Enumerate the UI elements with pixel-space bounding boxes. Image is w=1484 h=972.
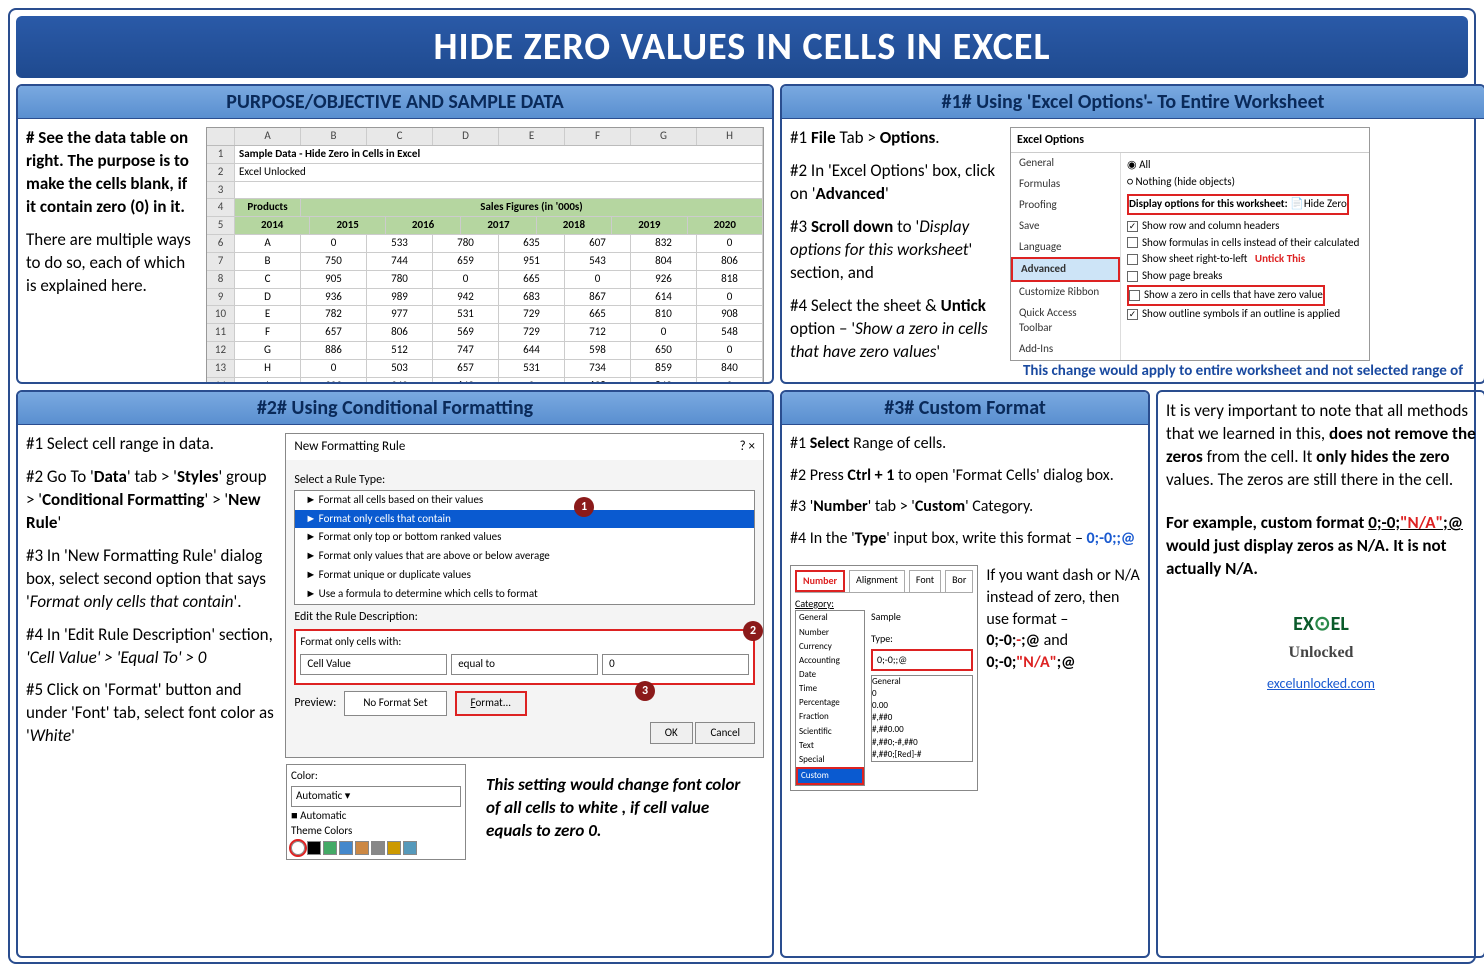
format-cells-dialog: NumberAlignmentFontBor Category: General… — [790, 565, 978, 791]
panel2-header: #1# Using 'Excel Options'- To Entire Wor… — [782, 86, 1484, 119]
ok-button[interactable]: OK — [650, 722, 693, 745]
panel1-text2: There are multiple ways to do so, each o… — [26, 229, 196, 298]
panel-purpose: PURPOSE/OBJECTIVE AND SAMPLE DATA # See … — [16, 84, 774, 384]
panel3-header: #2# Using Conditional Formatting — [18, 392, 772, 425]
logo: EX⊙EL Unlocked — [1166, 611, 1476, 665]
main-title: HIDE ZERO VALUES IN CELLS IN EXCEL — [16, 16, 1468, 78]
excel-options-dialog: Excel Options GeneralFormulasProofingSav… — [1010, 127, 1370, 361]
panel-note: It is very important to note that all me… — [1156, 390, 1484, 958]
color-picker: Color: Automatic ▾ ■ Automatic Theme Col… — [286, 764, 466, 859]
panel2-note: This change would apply to entire worksh… — [1010, 361, 1476, 384]
panel-custom: #3# Custom Format #1 Select Range of cel… — [780, 390, 1150, 958]
panel-conditional: #2# Using Conditional Formatting #1 Sele… — [16, 390, 774, 958]
panel3-hint: This setting would change font color of … — [476, 764, 764, 853]
panel4-header: #3# Custom Format — [782, 392, 1148, 425]
panel-options: #1# Using 'Excel Options'- To Entire Wor… — [780, 84, 1484, 384]
panel1-header: PURPOSE/OBJECTIVE AND SAMPLE DATA — [18, 86, 772, 119]
cancel-button[interactable]: Cancel — [695, 722, 755, 745]
website-link[interactable]: excelunlocked.com — [1166, 675, 1476, 694]
excel-grid: ABCDEFGH 1Sample Data - Hide Zero in Cel… — [206, 127, 764, 384]
formatting-rule-dialog: New Formatting Rule? × Select a Rule Typ… — [285, 433, 764, 758]
